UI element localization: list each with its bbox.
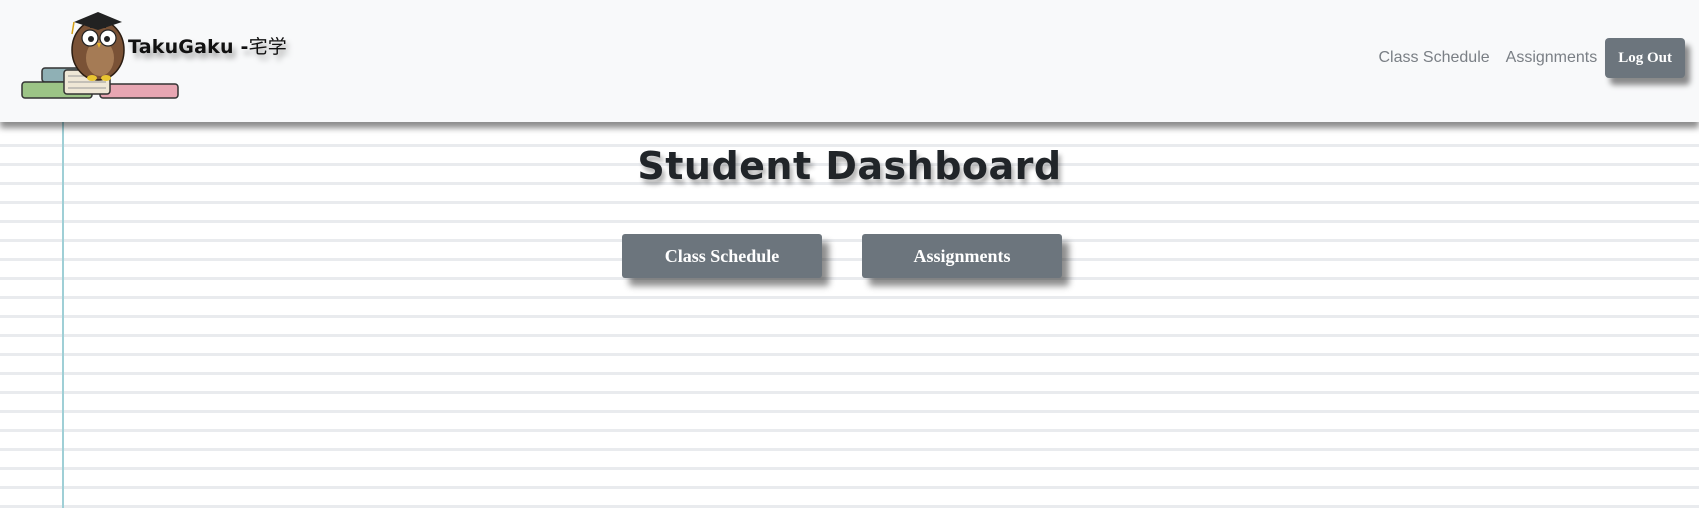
brand-title[interactable]: TakuGaku -宅学 bbox=[128, 32, 287, 59]
owl-on-books-icon[interactable] bbox=[16, 8, 182, 112]
brand-kanji: 宅学 bbox=[248, 36, 287, 58]
top-navbar: TakuGaku -宅学 Class Schedule Assignments … bbox=[0, 0, 1699, 122]
nav-link-assignments[interactable]: Assignments bbox=[1506, 49, 1598, 67]
dashboard-main: Student Dashboard Class Schedule Assignm… bbox=[0, 122, 1699, 508]
page-title: Student Dashboard bbox=[637, 144, 1062, 188]
assignments-button[interactable]: Assignments bbox=[862, 234, 1062, 278]
nav-links: Class Schedule Assignments Log Out bbox=[1378, 38, 1685, 78]
brand-name: TakuGaku - bbox=[128, 36, 249, 58]
nav-link-class-schedule[interactable]: Class Schedule bbox=[1378, 49, 1489, 67]
logout-button[interactable]: Log Out bbox=[1605, 38, 1685, 78]
class-schedule-button[interactable]: Class Schedule bbox=[622, 234, 822, 278]
